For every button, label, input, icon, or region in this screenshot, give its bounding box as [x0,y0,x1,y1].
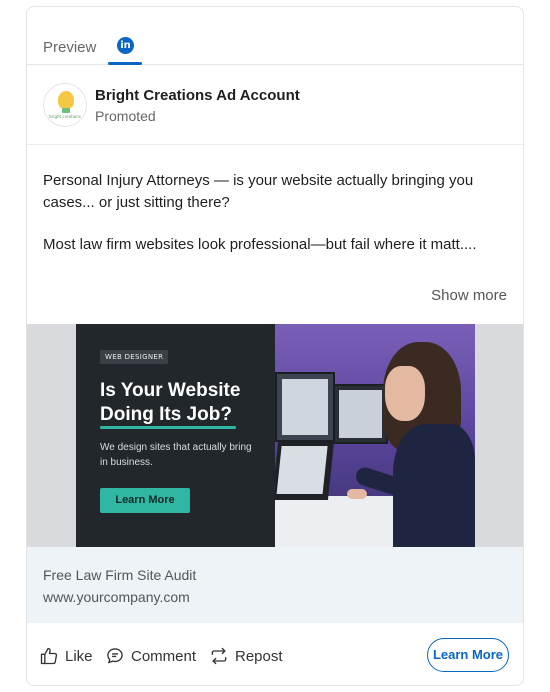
creative-subtext: We design sites that actually bring in b… [100,442,252,468]
creative-headline: Is Your Website Doing Its Job? [100,380,241,425]
repost-button[interactable]: Repost [209,645,283,667]
cta-strip[interactable]: Free Law Firm Site Audit www.yourcompany… [27,547,523,623]
ad-media[interactable]: WEB DESIGNER Is Your Website Doing Its J… [27,324,523,547]
ad-preview-card: Preview in bright creations Bright Creat… [26,6,524,686]
like-button[interactable]: Like [39,645,93,667]
repost-label: Repost [235,647,283,665]
thumbs-up-icon [40,647,58,665]
person-hand [347,489,367,499]
cta-url: www.yourcompany.com [43,589,190,605]
tab-linkedin[interactable]: in [108,31,142,65]
ad-creative-image[interactable]: WEB DESIGNER Is Your Website Doing Its J… [76,324,475,547]
headline-underline [100,426,236,429]
social-actions-bar: Like Comment Repost Learn More [27,623,523,685]
post-header: bright creations Bright Creations Ad Acc… [27,65,523,145]
creative-photo [275,324,475,547]
laptop-illustration [275,442,335,500]
learn-more-button[interactable]: Learn More [427,638,509,672]
post-paragraph-2: Most law firm websites look professional… [43,236,477,253]
comment-button[interactable]: Comment [105,645,196,667]
account-name[interactable]: Bright Creations Ad Account [95,87,300,104]
person-face [385,366,425,421]
show-more-link[interactable]: Show more [431,287,507,304]
linkedin-icon: in [117,37,134,54]
repost-icon [211,647,227,665]
creative-text-panel: WEB DESIGNER Is Your Website Doing Its J… [76,324,275,547]
avatar-logo-text: bright creations [49,114,81,119]
promoted-label: Promoted [95,108,156,124]
lightbulb-base [62,108,70,113]
cta-headline: Free Law Firm Site Audit [43,567,197,583]
monitor-illustration [275,372,335,442]
creative-badge: WEB DESIGNER [100,350,169,364]
avatar[interactable]: bright creations [43,83,87,127]
comment-icon [107,648,123,664]
like-label: Like [65,647,93,665]
monitor-illustration-2 [333,384,388,444]
creative-learn-more-button: Learn More [100,488,190,513]
tab-preview-label: Preview [43,39,97,56]
post-body-text: Personal Injury Attorneys — is your webs… [43,170,513,256]
comment-label: Comment [131,647,197,665]
preview-tabs: Preview in [27,7,523,65]
lightbulb-logo-icon [58,91,74,109]
post-paragraph-1: Personal Injury Attorneys — is your webs… [43,172,474,211]
